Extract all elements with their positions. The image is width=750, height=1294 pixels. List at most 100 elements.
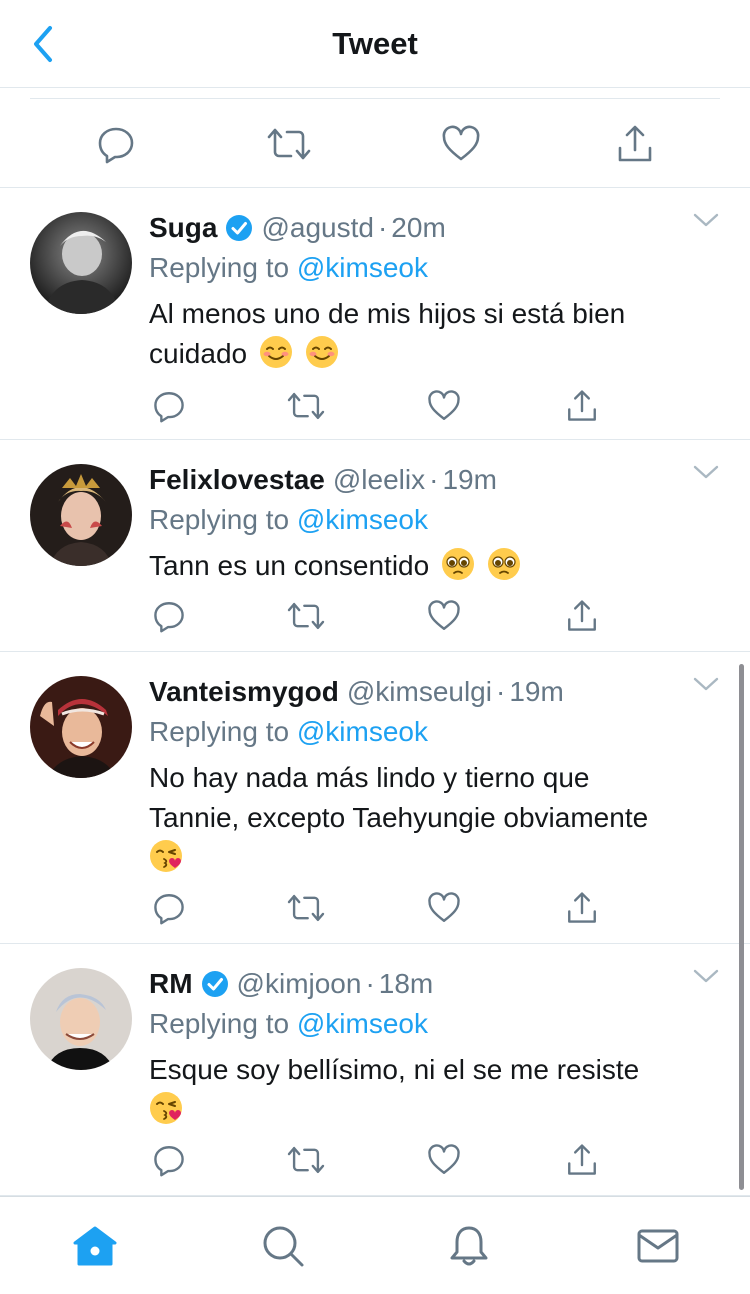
- replying-prefix: Replying to: [149, 252, 290, 283]
- avatar[interactable]: [30, 212, 132, 314]
- author-handle[interactable]: @kimseulgi: [347, 672, 492, 712]
- replying-prefix: Replying to: [149, 716, 290, 747]
- tweet-text-body: Al menos uno de mis hijos si está bien c…: [149, 298, 626, 369]
- replying-prefix: Replying to: [149, 1008, 290, 1039]
- heart-icon: [428, 390, 460, 420]
- like-button[interactable]: [424, 1140, 464, 1180]
- avatar[interactable]: [30, 464, 132, 566]
- reply-button[interactable]: [149, 596, 189, 636]
- reply-button[interactable]: [94, 122, 138, 166]
- share-button[interactable]: [562, 1140, 602, 1180]
- replying-to-line: Replying to @kimseok: [149, 500, 710, 540]
- share-button[interactable]: [562, 888, 602, 928]
- share-button[interactable]: [562, 596, 602, 636]
- pleading-face-emoji: [487, 548, 520, 580]
- chevron-down-icon[interactable]: [692, 966, 720, 986]
- like-button[interactable]: [424, 888, 464, 928]
- mention-link[interactable]: @kimseok: [297, 1008, 428, 1039]
- reply-button[interactable]: [149, 888, 189, 928]
- kissing-face-emoji: [150, 1092, 182, 1124]
- retweet-button[interactable]: [286, 888, 326, 928]
- heart-icon: [428, 892, 460, 922]
- divider: [30, 98, 720, 99]
- reply-tweet[interactable]: RM @kimjoon · 18m Replying to @kimseok E…: [0, 944, 750, 1196]
- author-handle[interactable]: @agustd: [261, 208, 374, 248]
- replying-to-line: Replying to @kimseok: [149, 1004, 710, 1044]
- tab-notifications[interactable]: [444, 1221, 494, 1271]
- avatar[interactable]: [30, 968, 132, 1070]
- timestamp[interactable]: 18m: [379, 964, 433, 1004]
- reply-tweet[interactable]: Felixlovestae @leelix · 19m Replying to …: [0, 440, 750, 652]
- retweet-button[interactable]: [286, 596, 326, 636]
- like-button[interactable]: [439, 122, 483, 166]
- retweet-button[interactable]: [267, 122, 311, 166]
- tab-home[interactable]: [70, 1221, 120, 1271]
- share-icon: [618, 125, 652, 162]
- verified-badge-icon: [226, 215, 253, 241]
- retweet-icon: [287, 1146, 325, 1174]
- smiling-face-emoji: [305, 336, 338, 368]
- tweet-actions: [149, 1140, 609, 1180]
- tweet-text-line: Tannie, excepto Taehyungie obviamente: [149, 802, 649, 833]
- tweet-text-body: Tann es un consentido: [149, 550, 430, 581]
- scrollbar[interactable]: [739, 664, 744, 1190]
- tweet-text: Tann es un consentido: [149, 546, 710, 586]
- separator-dot: ·: [377, 212, 388, 243]
- author-name[interactable]: Suga: [149, 208, 217, 248]
- retweet-icon: [287, 602, 325, 630]
- mention-link[interactable]: @kimseok: [297, 716, 428, 747]
- share-icon: [568, 892, 596, 923]
- reply-button[interactable]: [149, 386, 189, 426]
- mention-link[interactable]: @kimseok: [297, 252, 428, 283]
- author-name[interactable]: Felixlovestae: [149, 460, 325, 500]
- retweet-icon: [287, 894, 325, 922]
- author-name[interactable]: Vanteismygod: [149, 672, 339, 712]
- like-button[interactable]: [424, 386, 464, 426]
- reply-tweet[interactable]: Suga @agustd · 20m Replying to @kimseok …: [0, 188, 750, 440]
- main-tweet-actions: [0, 88, 750, 188]
- tweet-text: Esque soy bellísimo, ni el se me resiste: [149, 1050, 710, 1130]
- heart-icon: [428, 1144, 460, 1174]
- tab-messages[interactable]: [633, 1221, 683, 1271]
- share-button[interactable]: [562, 386, 602, 426]
- replying-to-line: Replying to @kimseok: [149, 712, 710, 752]
- top-nav-bar: Tweet: [0, 0, 750, 88]
- tweet-actions: [149, 596, 609, 636]
- tab-search[interactable]: [258, 1221, 308, 1271]
- avatar[interactable]: [30, 676, 132, 778]
- chevron-down-icon[interactable]: [692, 462, 720, 482]
- retweet-button[interactable]: [286, 386, 326, 426]
- reply-button[interactable]: [149, 1140, 189, 1180]
- author-handle[interactable]: @kimjoon: [237, 964, 362, 1004]
- tweet-actions: [149, 888, 609, 928]
- smiling-face-emoji: [259, 336, 292, 368]
- separator-dot: ·: [365, 968, 375, 999]
- tweet-text: No hay nada más lindo y tierno que Tanni…: [149, 758, 710, 878]
- author-handle[interactable]: @leelix: [333, 460, 425, 500]
- share-icon: [568, 600, 596, 631]
- reply-icon: [98, 127, 134, 164]
- separator-dot: ·: [429, 464, 439, 495]
- share-icon: [568, 390, 596, 421]
- tweet-text-line: No hay nada más lindo y tierno que: [149, 762, 590, 793]
- timestamp[interactable]: 19m: [509, 672, 563, 712]
- chevron-down-icon[interactable]: [692, 674, 720, 694]
- chevron-down-icon[interactable]: [692, 210, 720, 230]
- timestamp[interactable]: 20m: [391, 208, 445, 248]
- kissing-face-emoji: [150, 840, 182, 872]
- reply-icon: [154, 894, 184, 925]
- mail-icon: [637, 1229, 679, 1263]
- mention-link[interactable]: @kimseok: [297, 504, 428, 535]
- pleading-face-emoji: [442, 548, 474, 580]
- timestamp[interactable]: 19m: [442, 460, 496, 500]
- bottom-tab-bar: [0, 1196, 750, 1294]
- share-button[interactable]: [613, 122, 657, 166]
- like-button[interactable]: [424, 596, 464, 636]
- reply-tweet[interactable]: Vanteismygod @kimseulgi · 19m Replying t…: [0, 652, 750, 944]
- retweet-button[interactable]: [286, 1140, 326, 1180]
- tweet-text: Al menos uno de mis hijos si está bien c…: [149, 294, 710, 374]
- author-name[interactable]: RM: [149, 964, 193, 1004]
- verified-badge-icon: [201, 971, 228, 997]
- heart-icon: [442, 125, 480, 161]
- replying-prefix: Replying to: [149, 504, 290, 535]
